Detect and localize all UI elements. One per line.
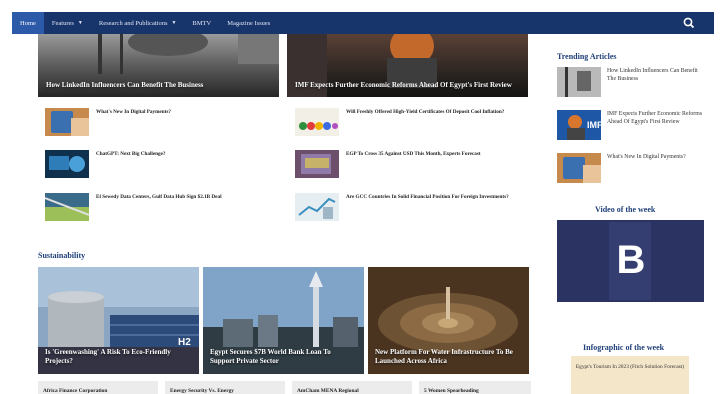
section-title: Sustainability xyxy=(38,251,86,260)
trending-heading: Trending Articles xyxy=(557,52,617,61)
article-title: What's New In Digital Payments? xyxy=(96,109,171,115)
nav-label: Magazine Issues xyxy=(227,19,271,27)
infographic-card[interactable]: Egypt's Tourism In 2023 (Fitch Solution … xyxy=(571,356,689,394)
nav-label: Features xyxy=(51,19,74,27)
caret-down-icon: ▼ xyxy=(171,20,177,26)
article-thumbnail xyxy=(295,108,339,136)
article-title: EGP To Cross 35 Against USD This Month, … xyxy=(346,151,481,157)
article-thumbnail xyxy=(557,67,601,97)
article-title: How LinkedIn Influencers Can Benefit The… xyxy=(607,68,698,82)
video-heading: Video of the week xyxy=(595,205,656,214)
card-title: New Platform For Water Infrastructure To… xyxy=(375,348,513,365)
article-title: El Sewedy Data Centers, Gulf Data Hub Si… xyxy=(96,194,222,200)
list-item[interactable]: What's New In Digital Payments? xyxy=(45,108,275,136)
tile-item[interactable]: 5 Women Spearheading xyxy=(419,381,531,394)
nav-item-magazine[interactable]: Magazine Issues xyxy=(219,12,278,34)
article-thumbnail xyxy=(45,193,89,221)
top-navbar: Home Features ▼ Research and Publications… xyxy=(12,12,714,34)
svg-text:IMF: IMF xyxy=(587,120,601,130)
nav-item-home[interactable]: Home xyxy=(12,12,44,34)
h2-label: H2 xyxy=(178,337,191,348)
hero-card-linkedin[interactable]: How LinkedIn Influencers Can Benefit The… xyxy=(38,34,279,97)
tile-item[interactable]: Africa Finance Corporation xyxy=(38,381,158,394)
nav-item-research[interactable]: Research and Publications ▼ xyxy=(91,12,185,34)
trending-item[interactable]: What's New In Digital Payments? xyxy=(557,153,705,183)
article-thumbnail xyxy=(45,150,89,178)
trending-item[interactable]: How LinkedIn Influencers Can Benefit The… xyxy=(557,67,705,97)
list-item[interactable]: ChatGPT: Next Big Challenge? xyxy=(45,150,275,178)
nav-label: Research and Publications xyxy=(98,19,168,27)
trending-item[interactable]: IMF IMF Expects Further Economic Reforms… xyxy=(557,110,705,140)
list-item[interactable]: Are GCC Countries In Solid Financial Pos… xyxy=(295,193,535,221)
article-thumbnail: IMF xyxy=(557,110,601,140)
article-thumbnail xyxy=(295,193,339,221)
article-thumbnail xyxy=(557,153,601,183)
video-player[interactable]: B xyxy=(557,220,704,302)
nav-label: BMTV xyxy=(192,19,212,27)
sustainability-card[interactable]: H2 Is 'Greenwashing' A Risk To Eco-Frien… xyxy=(38,267,199,374)
nav-item-bmtv[interactable]: BMTV xyxy=(184,12,219,34)
infographic-heading: Infographic of the week xyxy=(583,343,665,352)
card-title: Is 'Greenwashing' A Risk To Eco-Friendly… xyxy=(45,348,171,365)
article-thumbnail xyxy=(295,150,339,178)
article-title: What's New In Digital Payments? xyxy=(607,154,686,160)
hero-card-imf[interactable]: IMF Expects Further Economic Reforms Ahe… xyxy=(287,34,528,97)
sustainability-card[interactable]: New Platform For Water Infrastructure To… xyxy=(368,267,529,374)
caret-down-icon: ▼ xyxy=(77,20,83,26)
hero-title: How LinkedIn Influencers Can Benefit The… xyxy=(46,81,204,89)
nav-label: Home xyxy=(20,19,36,27)
card-title: Egypt Secures $7B World Bank Loan To Sup… xyxy=(210,348,331,365)
search-icon[interactable] xyxy=(682,16,696,30)
tile-item[interactable]: Energy Security Vs. Energy xyxy=(165,381,285,394)
tile-item[interactable]: AmCham MENA Regional xyxy=(292,381,412,394)
video-logo: B xyxy=(616,238,646,282)
article-thumbnail xyxy=(45,108,89,136)
list-item[interactable]: El Sewedy Data Centers, Gulf Data Hub Si… xyxy=(45,193,275,221)
article-title: ChatGPT: Next Big Challenge? xyxy=(96,151,166,157)
article-title: Are GCC Countries In Solid Financial Pos… xyxy=(346,194,509,200)
article-title: IMF Expects Further Economic Reforms Ahe… xyxy=(607,111,702,125)
article-title: Will Freshly Offered High-Yield Certific… xyxy=(346,109,505,115)
nav-item-features[interactable]: Features ▼ xyxy=(44,12,91,34)
list-item[interactable]: EGP To Cross 35 Against USD This Month, … xyxy=(295,150,535,178)
list-item[interactable]: Will Freshly Offered High-Yield Certific… xyxy=(295,108,535,136)
infographic-caption: Egypt's Tourism In 2023 (Fitch Solution … xyxy=(575,364,685,370)
hero-title: IMF Expects Further Economic Reforms Ahe… xyxy=(295,81,512,89)
sustainability-card[interactable]: Egypt Secures $7B World Bank Loan To Sup… xyxy=(203,267,364,374)
